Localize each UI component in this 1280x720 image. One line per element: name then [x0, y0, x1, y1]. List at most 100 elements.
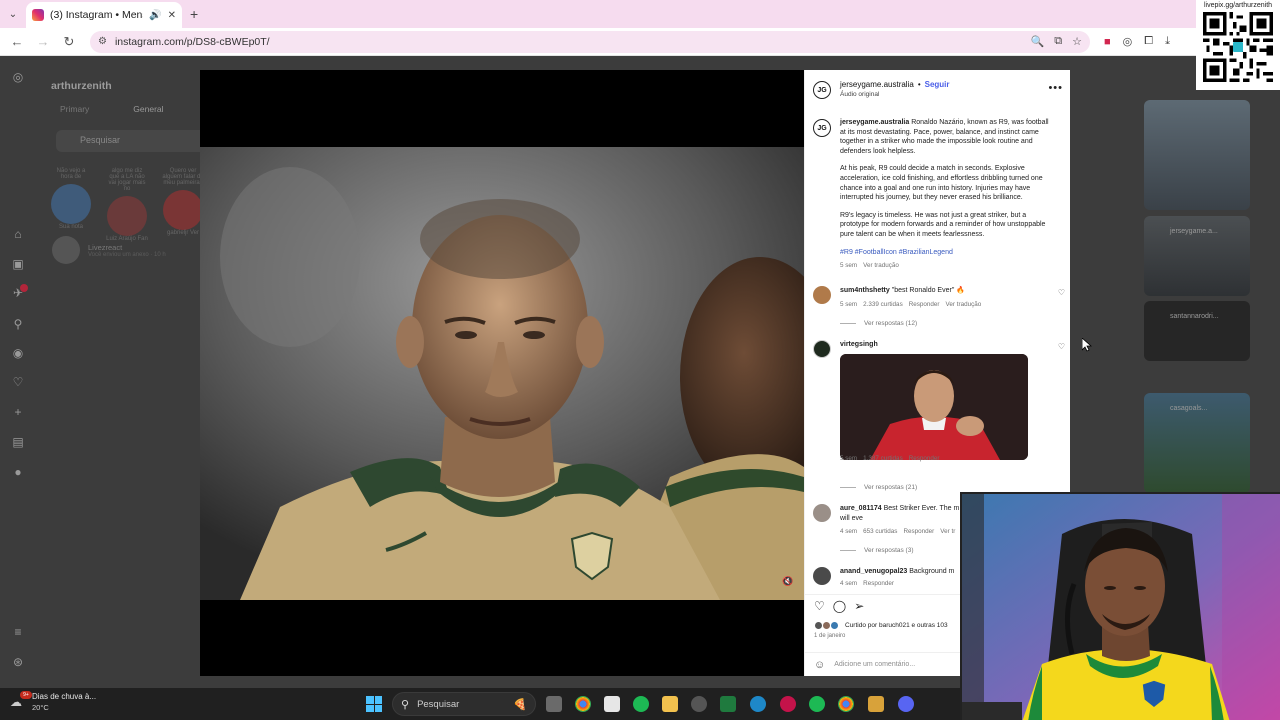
comment-likes[interactable]: 1.387 curtidas [863, 454, 903, 464]
zoom-icon[interactable]: 🔍 [1031, 35, 1045, 48]
comment-likes[interactable]: 2.339 curtidas [863, 300, 903, 310]
weather-widget[interactable]: ☁ 9+ Dias de chuva à... 20°C [10, 691, 96, 712]
download-icon[interactable]: ⤓ [1165, 35, 1170, 48]
spotify-icon[interactable] [809, 696, 825, 712]
profile-avatar-icon[interactable]: ● [11, 465, 25, 479]
chrome-icon[interactable] [575, 696, 591, 712]
see-translation-link[interactable]: Ver tradução [946, 300, 982, 310]
bookmark-star-icon[interactable]: ☆ [1072, 35, 1082, 48]
comment-avatar[interactable] [813, 340, 831, 358]
reload-icon[interactable]: ↻ [58, 31, 80, 53]
note-item[interactable]: algo me diz que a LA não vai jogar mais … [106, 168, 148, 242]
account-avatar[interactable]: JG [813, 81, 831, 99]
reply-link[interactable]: Responder [903, 527, 934, 537]
chrome-active-icon[interactable] [838, 696, 854, 712]
view-replies-text[interactable]: Ver respostas (21) [864, 484, 917, 491]
reply-link[interactable]: Responder [909, 300, 940, 310]
video-player[interactable]: 🔇 [200, 70, 804, 676]
address-bar[interactable]: ⚙ instagram.com/p/DS8-cBWEp0T/ 🔍 ⧉ ☆ [90, 30, 1090, 53]
threads-icon[interactable]: ⊛ [11, 655, 25, 669]
emoji-icon[interactable]: ☺ [814, 659, 825, 671]
app-yellow-icon[interactable] [868, 696, 884, 712]
caption-username[interactable]: jerseygame.australia [840, 119, 909, 126]
like-heart-icon[interactable]: ♡ [814, 599, 825, 613]
view-replies-text[interactable]: Ver respostas (3) [864, 547, 914, 554]
extension-icon[interactable]: ◎ [1123, 35, 1133, 48]
dm-username[interactable]: arthurzenith [51, 80, 112, 92]
app-icon[interactable] [691, 696, 707, 712]
add-comment-input[interactable]: Adicione um comentário... [834, 661, 915, 668]
excel-icon[interactable] [720, 696, 736, 712]
account-name[interactable]: jerseygame.australia [840, 80, 914, 89]
comment-avatar[interactable] [813, 567, 831, 585]
mute-icon[interactable]: 🔇 [780, 576, 796, 592]
extension-red-icon[interactable]: ■ [1104, 36, 1111, 48]
tab-primary[interactable]: Primary [60, 104, 89, 114]
like-comment-heart-icon[interactable]: ♡ [1058, 342, 1065, 351]
dm-search-input[interactable]: Pesquisar [56, 130, 206, 152]
capcut-icon[interactable] [604, 696, 620, 712]
create-plus-icon[interactable]: + [11, 405, 25, 419]
speaker-icon[interactable]: 🔊 [149, 10, 161, 21]
more-options-icon[interactable]: ••• [1048, 82, 1063, 94]
comment-username[interactable]: anand_venugopal23 [840, 568, 907, 575]
related-thumb[interactable]: santannarodri... [1144, 301, 1250, 361]
share-send-icon[interactable]: ➢ [854, 599, 864, 613]
view-replies-link[interactable]: Ver respostas (21) [840, 484, 917, 491]
forward-icon[interactable]: → [32, 31, 54, 53]
reels-icon[interactable]: ▣ [11, 257, 25, 271]
follow-button[interactable]: Seguir [925, 80, 950, 89]
dashboard-icon[interactable]: ▤ [11, 435, 25, 449]
windows-start-icon[interactable] [366, 696, 382, 712]
task-view-icon[interactable] [546, 696, 562, 712]
notifications-heart-icon[interactable]: ♡ [11, 375, 25, 389]
view-replies-link[interactable]: Ver respostas (3) [840, 547, 914, 554]
new-tab-icon[interactable]: + [190, 6, 198, 22]
music-app-icon[interactable] [633, 696, 649, 712]
home-icon[interactable]: ⌂ [11, 227, 25, 241]
opera-icon[interactable] [780, 696, 796, 712]
search-icon[interactable]: ⚲ [11, 317, 25, 331]
audio-label[interactable]: Áudio original [840, 91, 950, 98]
view-replies-link[interactable]: Ver respostas (12) [840, 320, 917, 327]
edge-icon[interactable] [750, 696, 766, 712]
discord-icon[interactable] [898, 696, 914, 712]
menu-icon[interactable]: ≡ [11, 625, 25, 639]
dm-thread-row[interactable]: Livezreact Você enviou um anexo · 10 h [52, 236, 166, 264]
tab-search-icon[interactable]: ⌄ [0, 0, 26, 28]
liked-by-text[interactable]: Curtido por baruch021 e outras 103 [845, 622, 948, 629]
explore-icon[interactable]: ◉ [11, 346, 25, 360]
tab-general[interactable]: General [133, 104, 163, 114]
file-explorer-icon[interactable] [662, 696, 678, 712]
like-comment-heart-icon[interactable]: ♡ [1058, 288, 1065, 297]
caption-avatar[interactable]: JG [813, 119, 831, 137]
related-thumb[interactable] [1144, 100, 1250, 210]
note-item[interactable]: Quero ver alguem falar do meu palmeiras … [162, 168, 204, 242]
reply-link[interactable]: Responder [909, 454, 940, 464]
comment-username[interactable]: aure_081174 [840, 505, 882, 512]
see-translation-link[interactable]: Ver tradução [863, 261, 899, 271]
url-text[interactable]: instagram.com/p/DS8-cBWEp0T/ [115, 36, 270, 48]
comment-gif-image[interactable] [840, 354, 1028, 460]
taskbar-search[interactable]: ⚲ Pesquisar 🍕 [392, 692, 536, 716]
instagram-logo-icon[interactable]: ◎ [11, 70, 25, 84]
comment-avatar[interactable] [813, 504, 831, 522]
tab-instagram[interactable]: (3) Instagram • Mensagens 🔊 ✕ [26, 2, 182, 28]
reply-link[interactable]: Responder [863, 579, 894, 589]
related-thumb[interactable]: casagoals... [1144, 393, 1250, 493]
close-tab-icon[interactable]: ✕ [168, 10, 176, 21]
note-item[interactable]: Não vejo a hora de Sua nota [50, 168, 92, 242]
extensions-puzzle-icon[interactable]: ⧠ [1144, 35, 1153, 48]
liked-by[interactable]: Curtido por baruch021 e outras 103 [814, 621, 948, 630]
cast-icon[interactable]: ⧉ [1054, 35, 1062, 48]
back-icon[interactable]: ← [6, 31, 28, 53]
comment-username[interactable]: virtegsingh [840, 341, 878, 348]
related-thumb[interactable]: jerseygame.a... [1144, 216, 1250, 296]
site-info-icon[interactable]: ⚙ [98, 36, 107, 47]
see-translation-link[interactable]: Ver tr [940, 527, 955, 537]
comment-username[interactable]: sum4nthshetty [840, 287, 890, 294]
comment-likes[interactable]: 653 curtidas [863, 527, 897, 537]
caption-hashtags[interactable]: #R9 #FootballIcon #BrazilianLegend [840, 248, 1056, 258]
view-replies-text[interactable]: Ver respostas (12) [864, 320, 917, 327]
comment-bubble-icon[interactable]: ◯ [833, 599, 846, 613]
